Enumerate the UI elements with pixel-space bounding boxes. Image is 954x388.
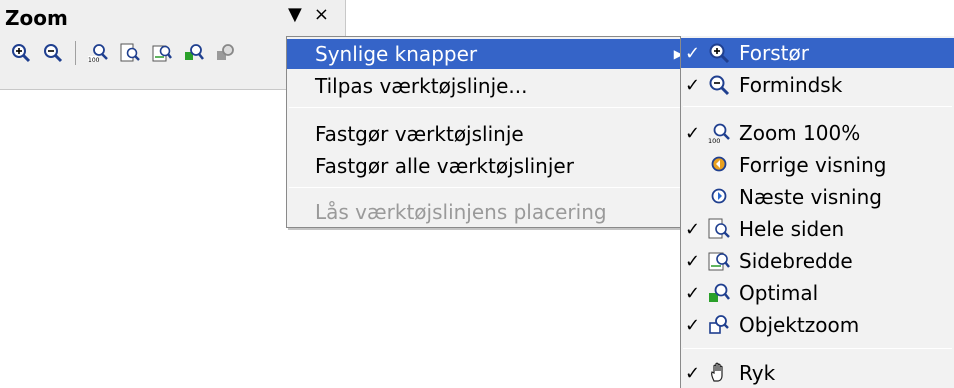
submenu-item-label: Næste visning xyxy=(739,185,882,209)
submenu-item-label: Hele siden xyxy=(739,217,845,241)
visible-buttons-submenu: ✓ Forstør ✓ Formindsk ✓ 100 Zoom 100% Fo… xyxy=(680,36,954,388)
submenu-item-zoom-100[interactable]: ✓ 100 Zoom 100% xyxy=(681,118,954,148)
check-icon: ✓ xyxy=(685,122,701,144)
menu-separator xyxy=(289,107,685,108)
check-icon: ✓ xyxy=(685,282,701,304)
submenu-item-zoom-in[interactable]: ✓ Forstør xyxy=(681,38,954,68)
toolbar-context-menu: Synlige knapper ▶ Tilpas værktøjslinje..… xyxy=(286,36,688,228)
submenu-item-whole-page[interactable]: ✓ Hele siden xyxy=(681,214,954,244)
submenu-item-label: Forrige visning xyxy=(739,153,887,177)
whole-page-icon xyxy=(708,218,730,239)
toolbar-zoom-out-button[interactable] xyxy=(40,40,66,66)
menu-item-label: Tilpas værktøjslinje... xyxy=(315,74,528,98)
submenu-item-label: Optimal xyxy=(739,281,819,305)
toolbar-page-width-button[interactable] xyxy=(149,40,175,66)
page-width-icon xyxy=(152,45,172,62)
optimal-icon xyxy=(185,44,204,60)
menu-item-dock-all-toolbars[interactable]: Fastgør alle værktøjslinjer xyxy=(287,151,687,181)
object-zoom-icon xyxy=(217,44,234,60)
submenu-item-pan[interactable]: ✓ Ryk xyxy=(681,358,954,388)
toolbar-optimal-button[interactable] xyxy=(181,40,207,66)
submenu-item-label: Formindsk xyxy=(739,73,843,97)
check-icon: ✓ xyxy=(685,362,701,384)
svg-text:100: 100 xyxy=(88,57,100,64)
submenu-item-page-width[interactable]: ✓ Sidebredde xyxy=(681,246,954,276)
submenu-separator xyxy=(683,348,952,349)
toolbar-buttons: 100 xyxy=(8,40,239,66)
menu-item-label: Lås værktøjslinjens placering xyxy=(315,200,607,224)
toolbar-title: Zoom xyxy=(5,6,68,30)
submenu-item-object-zoom[interactable]: ✓ Objektzoom xyxy=(681,310,954,340)
submenu-item-zoom-out[interactable]: ✓ Formindsk xyxy=(681,70,954,100)
svg-text:100: 100 xyxy=(708,137,720,145)
check-icon: ✓ xyxy=(685,42,701,64)
menu-item-customize-toolbar[interactable]: Tilpas værktøjslinje... xyxy=(287,71,687,101)
zoom-100-icon: 100 xyxy=(708,123,730,145)
submenu-item-next-view[interactable]: Næste visning xyxy=(681,182,954,212)
toolbar-controls: ▼ × xyxy=(288,4,329,25)
menu-item-dock-toolbar[interactable]: Fastgør værktøjslinje xyxy=(287,119,687,149)
previous-view-icon xyxy=(711,156,727,172)
toolbar-object-zoom-button[interactable] xyxy=(213,40,239,66)
check-icon: ✓ xyxy=(685,314,701,336)
submenu-item-label: Objektzoom xyxy=(739,313,860,337)
zoom-100-icon: 100 xyxy=(88,44,108,64)
toolbar-whole-page-button[interactable] xyxy=(117,40,143,66)
menu-item-visible-buttons[interactable]: Synlige knapper ▶ xyxy=(287,39,687,69)
next-view-icon xyxy=(711,188,727,204)
submenu-item-label: Zoom 100% xyxy=(739,121,861,145)
check-icon: ✓ xyxy=(685,74,701,96)
submenu-separator xyxy=(683,106,952,107)
menu-item-lock-toolbar-position: Lås værktøjslinjens placering xyxy=(287,197,687,227)
check-icon: ✓ xyxy=(685,218,701,240)
menu-item-label: Fastgør værktøjslinje xyxy=(315,122,524,146)
submenu-item-label: Ryk xyxy=(739,361,776,385)
toolbar-dropdown-icon[interactable]: ▼ xyxy=(288,4,302,25)
zoom-in-icon xyxy=(709,43,730,64)
submenu-item-label: Forstør xyxy=(739,41,809,65)
toolbar-zoom-100-button[interactable]: 100 xyxy=(85,40,111,66)
zoom-out-icon xyxy=(44,44,63,63)
zoom-out-icon xyxy=(709,75,730,96)
page-width-icon xyxy=(708,252,730,271)
pan-hand-icon xyxy=(711,362,723,382)
menu-item-label: Synlige knapper xyxy=(315,42,478,66)
toolbar-zoom-in-button[interactable] xyxy=(8,40,34,66)
toolbar-close-icon[interactable]: × xyxy=(314,4,329,25)
submenu-item-previous-view[interactable]: Forrige visning xyxy=(681,150,954,180)
object-zoom-icon xyxy=(709,315,729,334)
optimal-icon xyxy=(709,283,730,302)
zoom-in-icon xyxy=(12,44,31,63)
menu-item-label: Fastgør alle værktøjslinjer xyxy=(315,154,574,178)
toolbar-separator xyxy=(75,41,76,65)
submenu-item-optimal[interactable]: ✓ Optimal xyxy=(681,278,954,308)
whole-page-icon xyxy=(120,43,140,62)
menu-separator xyxy=(289,187,685,188)
submenu-item-label: Sidebredde xyxy=(739,249,853,273)
check-icon: ✓ xyxy=(685,250,701,272)
